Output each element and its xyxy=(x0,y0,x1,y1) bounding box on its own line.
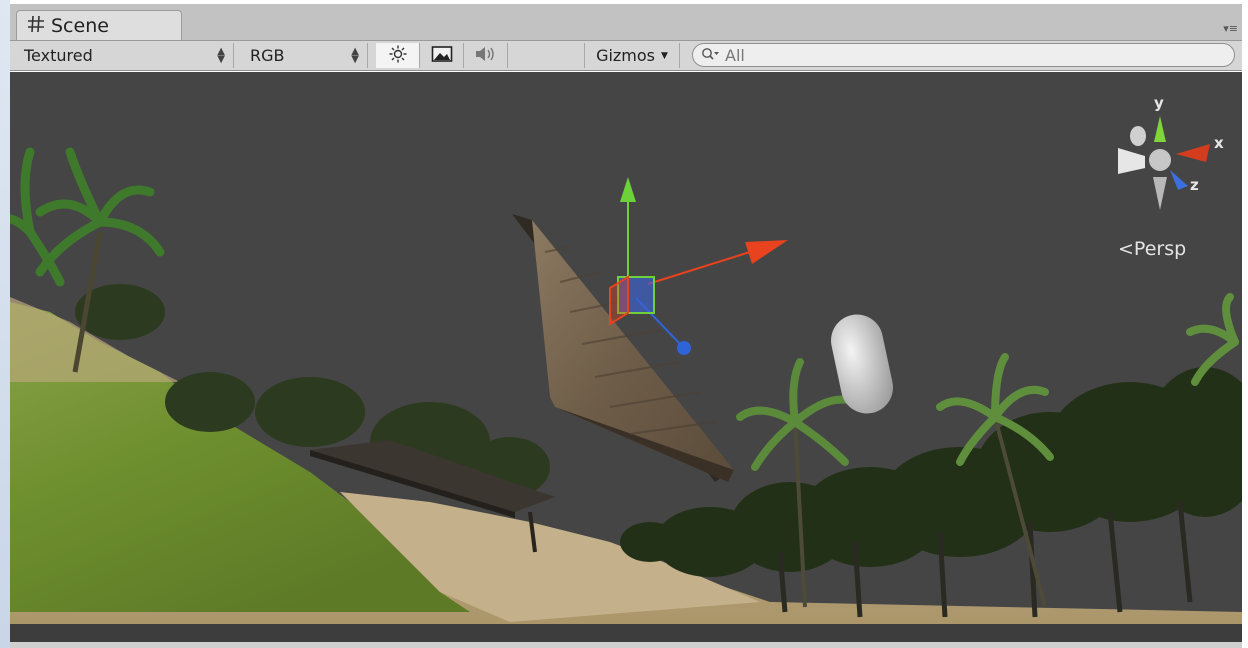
gizmo-y-arrow xyxy=(620,177,636,202)
speaker-icon xyxy=(474,45,498,67)
image-icon xyxy=(431,45,453,67)
ground-shadow-strip xyxy=(10,624,1242,642)
tab-scene[interactable]: Scene xyxy=(16,10,182,40)
render-mode-value: Textured xyxy=(24,46,93,65)
updown-arrows-icon: ▲ ▼ xyxy=(351,45,359,65)
scene-effects-toggle[interactable] xyxy=(420,43,464,68)
gizmo-z-label: z xyxy=(1190,176,1199,194)
scene-render: y x z xyxy=(10,94,1242,642)
color-mode-value: RGB xyxy=(250,46,285,65)
sun-icon xyxy=(388,44,408,68)
gizmo-x-label: x xyxy=(1214,134,1224,152)
chevron-down-icon: ▼ xyxy=(661,50,668,61)
floating-roof-plank xyxy=(512,214,734,482)
gizmo-neg-z-cone xyxy=(1130,126,1146,146)
projection-label[interactable]: <Persp xyxy=(1118,238,1186,260)
tab-bar: Scene ▾≡ xyxy=(10,4,1242,41)
scene-toolbar: Textured ▲ ▼ RGB ▲ ▼ Gizmos ▼ All xyxy=(10,41,1242,71)
persp-arrow-icon: < xyxy=(1118,238,1134,260)
scene-window: Scene ▾≡ Textured ▲ ▼ RGB ▲ ▼ Gizmos ▼ A… xyxy=(0,0,1248,648)
window-bottom-edge xyxy=(10,642,1242,648)
gizmo-y-cone xyxy=(1154,116,1166,142)
panel-menu-icon[interactable]: ▾≡ xyxy=(1223,22,1238,35)
gizmos-dropdown[interactable]: Gizmos ▼ xyxy=(584,43,680,68)
search-icon xyxy=(701,46,721,65)
scene-lighting-toggle[interactable] xyxy=(376,43,420,68)
orientation-gizmo[interactable]: y x z xyxy=(1118,94,1224,210)
tab-scene-label: Scene xyxy=(51,14,109,37)
scene-hash-icon xyxy=(27,15,45,37)
gizmo-neg-x-cone xyxy=(1118,148,1145,174)
gizmos-label: Gizmos xyxy=(596,46,656,65)
scene-viewport[interactable]: y x z <Persp xyxy=(10,72,1242,642)
gizmo-z-handle xyxy=(677,341,691,355)
gizmo-neg-y-cone xyxy=(1153,177,1167,210)
scene-audio-toggle[interactable] xyxy=(464,43,508,68)
move-gizmo[interactable] xyxy=(609,177,788,355)
gizmo-x-arrow xyxy=(745,240,788,264)
gizmo-y-label: y xyxy=(1154,94,1164,112)
gizmo-z-cone xyxy=(1170,170,1188,190)
render-mode-dropdown[interactable]: Textured ▲ ▼ xyxy=(16,43,234,68)
gizmo-x-cone xyxy=(1176,144,1210,162)
window-edge xyxy=(0,0,10,648)
hierarchy-search[interactable] xyxy=(692,43,1235,67)
gizmo-cube-center xyxy=(1149,149,1171,171)
color-mode-dropdown[interactable]: RGB ▲ ▼ xyxy=(242,43,368,68)
persp-text: Persp xyxy=(1133,238,1187,260)
updown-arrows-icon: ▲ ▼ xyxy=(217,45,225,65)
search-input[interactable] xyxy=(725,45,1205,65)
